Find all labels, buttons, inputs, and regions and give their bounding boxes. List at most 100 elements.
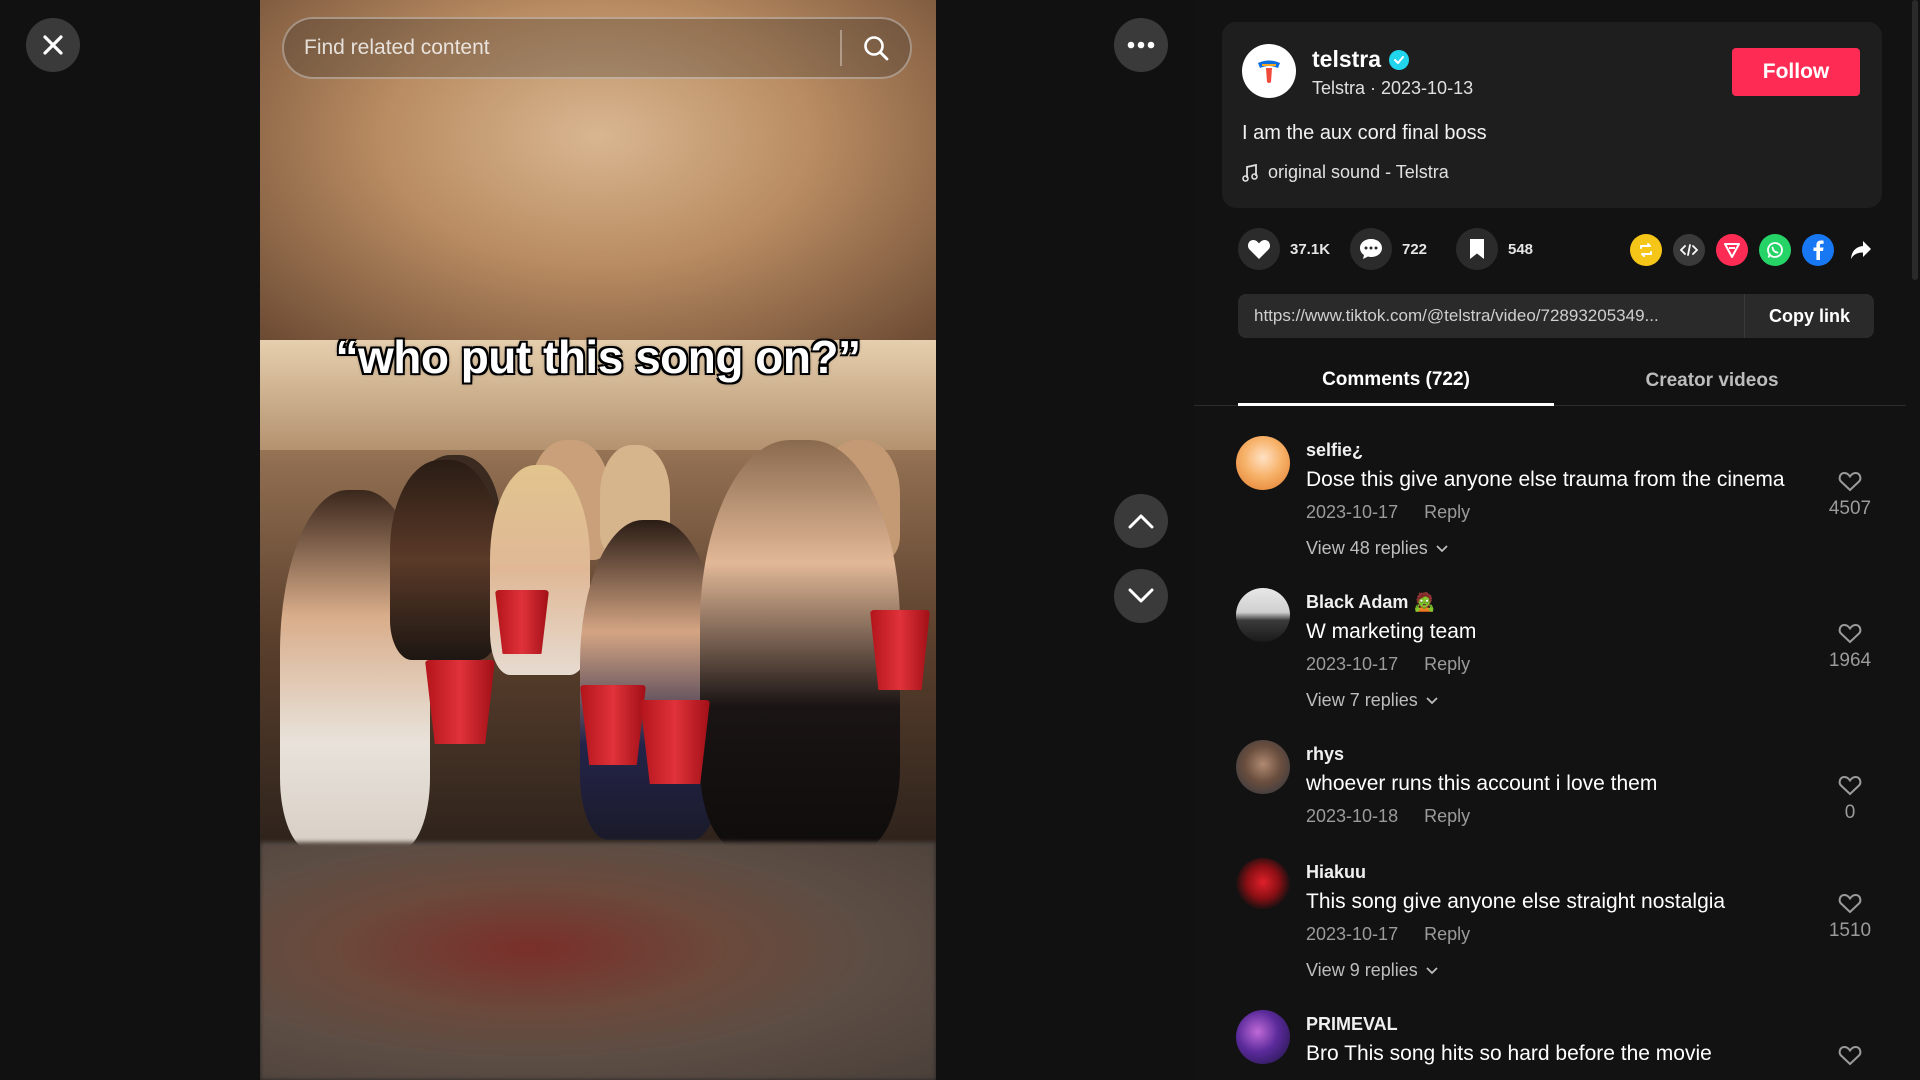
video-caption: “who put this song on?” <box>335 331 861 383</box>
commenter-username[interactable]: Hiakuu <box>1306 862 1366 883</box>
like-count: 37.1K <box>1290 240 1331 258</box>
comment-date: 2023-10-17 <box>1306 502 1399 522</box>
view-replies-button[interactable]: View 9 replies <box>1306 960 1438 981</box>
save-button[interactable]: 548 <box>1456 228 1533 270</box>
comment-like <box>1820 1044 1880 1066</box>
comment-meta: 2023-10-17 Reply <box>1306 924 1470 945</box>
reply-button[interactable]: Reply <box>1424 654 1470 675</box>
details-panel: telstra Telstra · 2023-10-13 Follow I am… <box>1194 0 1920 1080</box>
comment-item: PRIMEVAL Bro This song hits so hard befo… <box>1236 994 1886 1080</box>
view-replies-button[interactable]: View 7 replies <box>1306 690 1438 711</box>
video-frame-scene <box>260 340 936 850</box>
chevron-up-icon <box>1128 514 1154 529</box>
tab-creator-videos[interactable]: Creator videos <box>1554 356 1870 406</box>
reply-button[interactable]: Reply <box>1424 924 1470 945</box>
author-subtitle: Telstra · 2023-10-13 <box>1312 78 1474 98</box>
search-input[interactable] <box>284 19 840 77</box>
heart-outline-icon[interactable] <box>1838 774 1862 796</box>
search-button[interactable] <box>842 19 910 77</box>
music-note-icon <box>1242 163 1258 182</box>
comment-date: 2023-10-17 <box>1306 924 1399 944</box>
comment-like: 4507 <box>1820 470 1880 520</box>
comment-like: 1510 <box>1820 892 1880 942</box>
comment-item: Hiakuu This song give anyone else straig… <box>1236 842 1886 994</box>
video-player[interactable]: “who put this song on?” <box>260 0 936 1080</box>
comment-list: selfie¿ Dose this give anyone else traum… <box>1194 420 1906 1080</box>
music-link[interactable]: original sound - Telstra <box>1242 162 1449 183</box>
heart-outline-icon[interactable] <box>1838 892 1862 914</box>
comment-date: 2023-10-17 <box>1306 654 1399 674</box>
author-avatar[interactable] <box>1242 44 1296 98</box>
video-info-card: telstra Telstra · 2023-10-13 Follow I am… <box>1222 22 1882 208</box>
commenter-avatar[interactable] <box>1236 858 1290 912</box>
music-title: original sound - Telstra <box>1268 162 1449 182</box>
video-link-url[interactable]: https://www.tiktok.com/@telstra/video/72… <box>1238 306 1744 326</box>
comment-like-count: 1964 <box>1828 650 1872 671</box>
view-replies-label: View 7 replies <box>1306 690 1418 710</box>
heart-icon <box>1247 240 1271 259</box>
save-count: 548 <box>1508 240 1534 258</box>
chevron-down-icon <box>1426 696 1438 704</box>
comment-meta: 2023-10-18 Reply <box>1306 806 1470 827</box>
close-button[interactable] <box>26 18 80 72</box>
comment-item: rhys whoever runs this account i love th… <box>1236 724 1886 840</box>
share-arrow-icon[interactable] <box>1845 234 1877 266</box>
embed-icon[interactable] <box>1673 234 1705 266</box>
tab-comments[interactable]: Comments (722) <box>1238 356 1554 406</box>
view-replies-button[interactable]: View 48 replies <box>1306 538 1448 559</box>
previous-video-button[interactable] <box>1114 494 1168 548</box>
panel-tabs: Comments (722) Creator videos <box>1194 356 1906 406</box>
next-video-button[interactable] <box>1114 569 1168 623</box>
reply-button[interactable]: Reply <box>1424 502 1470 523</box>
comment-date: 2023-10-18 <box>1306 806 1399 826</box>
send-to-friend-icon[interactable] <box>1716 234 1748 266</box>
commenter-username[interactable]: rhys <box>1306 744 1344 765</box>
comment-text: W marketing team <box>1306 620 1477 643</box>
heart-outline-icon[interactable] <box>1838 1044 1862 1066</box>
commenter-username[interactable]: Black Adam 🧟 <box>1306 592 1436 613</box>
copy-link-button[interactable]: Copy link <box>1744 294 1874 338</box>
repost-icon[interactable] <box>1630 234 1662 266</box>
author-username-row[interactable]: telstra <box>1312 46 1410 73</box>
comment-like: 0 <box>1820 774 1880 824</box>
comment-like-count: 4507 <box>1828 498 1872 519</box>
comment-text: This song give anyone else straight nost… <box>1306 890 1726 913</box>
commenter-username[interactable]: selfie¿ <box>1306 440 1363 461</box>
video-link-box: https://www.tiktok.com/@telstra/video/72… <box>1238 294 1874 338</box>
whatsapp-icon[interactable] <box>1759 234 1791 266</box>
comment-button[interactable]: 722 <box>1350 228 1427 270</box>
panel-scrollbar[interactable] <box>1912 0 1918 280</box>
commenter-avatar[interactable] <box>1236 1010 1290 1064</box>
comment-icon <box>1360 239 1382 259</box>
view-replies-label: View 48 replies <box>1306 538 1428 558</box>
comment-like: 1964 <box>1820 622 1880 672</box>
commenter-avatar[interactable] <box>1236 436 1290 490</box>
commenter-avatar[interactable] <box>1236 740 1290 794</box>
video-frame-blurred <box>260 842 936 1080</box>
app-root: “who put this song on?” Find related con… <box>0 0 1920 1080</box>
commenter-avatar[interactable] <box>1236 588 1290 642</box>
reply-button[interactable]: Reply <box>1424 806 1470 827</box>
close-icon <box>43 35 63 55</box>
search-bar <box>282 17 912 79</box>
video-description: I am the aux cord final boss <box>1242 122 1487 144</box>
commenter-username[interactable]: PRIMEVAL <box>1306 1014 1398 1035</box>
follow-button[interactable]: Follow <box>1732 48 1860 96</box>
heart-outline-icon[interactable] <box>1838 622 1862 644</box>
comment-like-count: 1510 <box>1828 920 1872 941</box>
action-bar: 37.1K 722 548 <box>1238 228 1878 274</box>
comment-like-count: 0 <box>1844 802 1856 823</box>
verified-icon <box>1389 49 1410 70</box>
chevron-down-icon <box>1426 966 1438 974</box>
like-button[interactable]: 37.1K <box>1238 228 1330 270</box>
video-area: “who put this song on?” <box>0 0 1194 1080</box>
chevron-down-icon <box>1128 588 1154 603</box>
heart-outline-icon[interactable] <box>1838 470 1862 492</box>
comment-count: 722 <box>1402 240 1428 258</box>
facebook-icon[interactable] <box>1802 234 1834 266</box>
comment-text: Dose this give anyone else trauma from t… <box>1306 468 1785 491</box>
more-options-button[interactable] <box>1114 18 1168 72</box>
author-username[interactable]: telstra <box>1312 46 1381 73</box>
comment-item: selfie¿ Dose this give anyone else traum… <box>1236 420 1886 572</box>
comment-meta: 2023-10-17 Reply <box>1306 654 1470 675</box>
